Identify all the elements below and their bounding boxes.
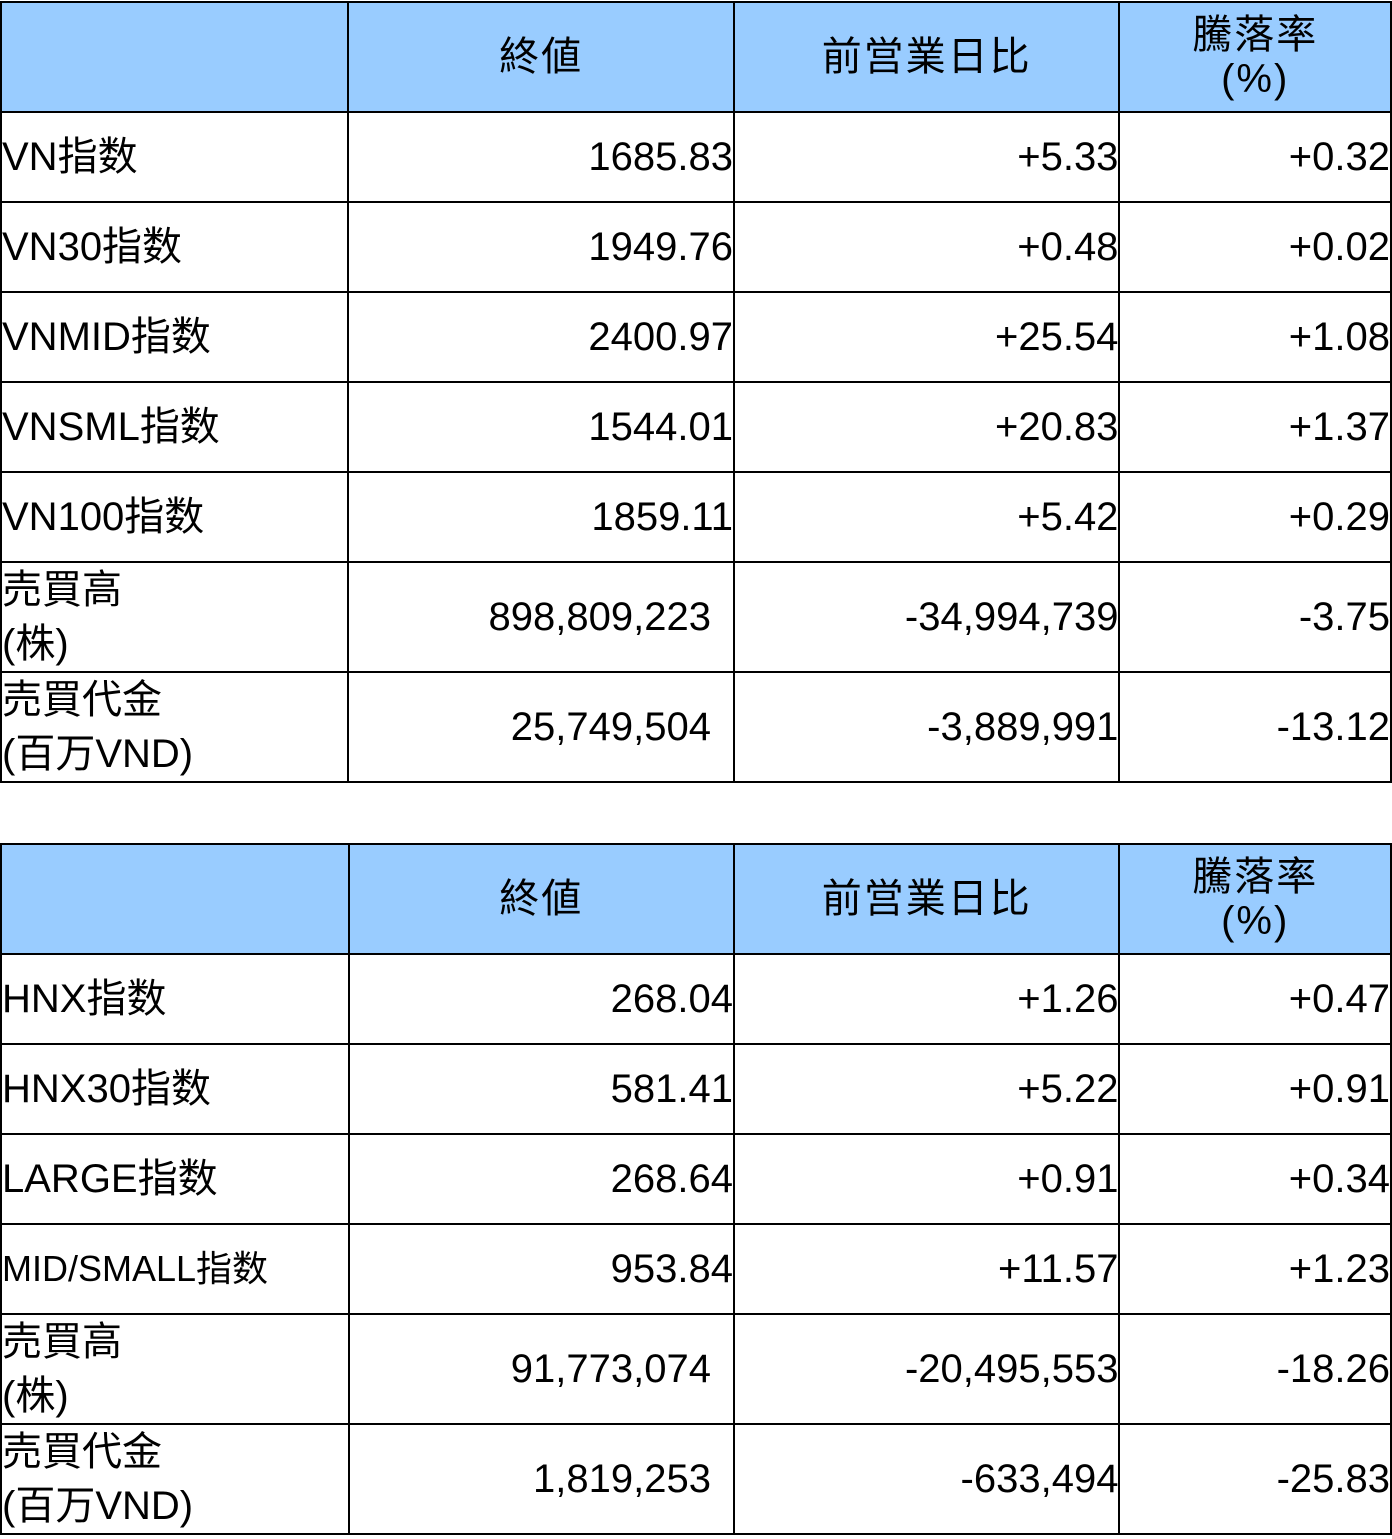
- table-row: VNMID指数 2400.97 +25.54 +1.08: [0, 291, 1392, 383]
- hnx-index-table: 終値 前営業日比 騰落率 (%) HNX指数 268.04 +1.26 +0.4…: [0, 843, 1392, 1535]
- close-value: 1,819,253: [347, 1423, 736, 1535]
- change-value: +5.22: [732, 1043, 1121, 1135]
- row-label-line1: 売買代金: [2, 1430, 162, 1474]
- change-value: -633,494: [732, 1423, 1121, 1535]
- change-value: +11.57: [732, 1223, 1121, 1315]
- row-label: LARGE指数: [0, 1133, 350, 1225]
- header-change: 前営業日比: [732, 843, 1121, 955]
- change-value: +20.83: [732, 381, 1121, 473]
- row-label: 売買代金 (百万VND): [0, 671, 350, 783]
- row-label-line1: 売買高: [2, 1320, 122, 1364]
- header-close: 終値: [347, 1, 735, 113]
- row-label: 売買代金 (百万VND): [0, 1423, 350, 1535]
- row-label: 売買高 (株): [0, 1313, 350, 1425]
- header-close: 終値: [347, 843, 736, 955]
- change-value: +0.48: [732, 201, 1121, 293]
- table-row: 売買高 (株) 898,809,223 -34,994,739 -3.75: [0, 561, 1392, 673]
- pct-value: +1.08: [1118, 291, 1392, 383]
- row-label: HNX30指数: [0, 1043, 350, 1135]
- close-value: 1685.83: [347, 111, 735, 203]
- close-value: 268.04: [347, 953, 736, 1045]
- pct-value: -3.75: [1118, 561, 1392, 673]
- row-label-line2: (百万VND): [2, 732, 194, 776]
- table-row: VN30指数 1949.76 +0.48 +0.02: [0, 201, 1392, 293]
- row-label: VNMID指数: [0, 291, 350, 383]
- change-value: +25.54: [732, 291, 1121, 383]
- row-label-line1: 売買代金: [2, 678, 162, 722]
- close-value: 1949.76: [347, 201, 735, 293]
- header-pct-line1: 騰落率: [1192, 855, 1319, 899]
- close-value: 268.64: [347, 1133, 736, 1225]
- row-label: 売買高 (株): [0, 561, 350, 673]
- change-value: -34,994,739: [732, 561, 1121, 673]
- pct-value: -25.83: [1118, 1423, 1392, 1535]
- header-blank: [0, 843, 350, 955]
- change-value: +5.33: [732, 111, 1121, 203]
- table-row: VNSML指数 1544.01 +20.83 +1.37: [0, 381, 1392, 473]
- pct-value: -13.12: [1118, 671, 1392, 783]
- header-change: 前営業日比: [732, 1, 1121, 113]
- close-value: 898,809,223: [347, 561, 735, 673]
- header-pct: 騰落率 (%): [1118, 843, 1392, 955]
- table-row: 売買代金 (百万VND) 1,819,253 -633,494 -25.83: [0, 1423, 1392, 1535]
- row-label: VN100指数: [0, 471, 350, 563]
- close-value: 2400.97: [347, 291, 735, 383]
- change-value: +1.26: [732, 953, 1121, 1045]
- hose-index-table: 終値 前営業日比 騰落率 (%) VN指数 1685.83 +5.33 +0.3…: [0, 1, 1392, 783]
- row-label-line2: (株): [2, 622, 69, 666]
- change-value: +0.91: [732, 1133, 1121, 1225]
- close-value: 1859.11: [347, 471, 735, 563]
- close-value: 1544.01: [347, 381, 735, 473]
- row-label: VN指数: [0, 111, 350, 203]
- table-row: HNX指数 268.04 +1.26 +0.47: [0, 953, 1392, 1045]
- pct-value: +0.29: [1118, 471, 1392, 563]
- pct-value: +1.37: [1118, 381, 1392, 473]
- row-label: MID/SMALL指数: [0, 1223, 350, 1315]
- row-label: HNX指数: [0, 953, 350, 1045]
- pct-value: +0.91: [1118, 1043, 1392, 1135]
- table-row: LARGE指数 268.64 +0.91 +0.34: [0, 1133, 1392, 1225]
- close-value: 953.84: [347, 1223, 736, 1315]
- pct-value: +0.02: [1118, 201, 1392, 293]
- header-pct-line2: (%): [1221, 57, 1290, 101]
- pct-value: +0.34: [1118, 1133, 1392, 1225]
- table-row: HNX30指数 581.41 +5.22 +0.91: [0, 1043, 1392, 1135]
- pct-value: -18.26: [1118, 1313, 1392, 1425]
- row-label: VN30指数: [0, 201, 350, 293]
- change-value: +5.42: [732, 471, 1121, 563]
- header-pct-line2: (%): [1221, 899, 1290, 943]
- close-value: 91,773,074: [347, 1313, 736, 1425]
- change-value: -3,889,991: [732, 671, 1121, 783]
- header-blank: [0, 1, 350, 113]
- table-row: 売買代金 (百万VND) 25,749,504 -3,889,991 -13.1…: [0, 671, 1392, 783]
- pct-value: +0.32: [1118, 111, 1392, 203]
- row-label-line1: 売買高: [2, 568, 122, 612]
- pct-value: +0.47: [1118, 953, 1392, 1045]
- row-label-line2: (百万VND): [2, 1484, 194, 1528]
- table-row: VN指数 1685.83 +5.33 +0.32: [0, 111, 1392, 203]
- row-label-line2: (株): [2, 1374, 69, 1418]
- close-value: 581.41: [347, 1043, 736, 1135]
- header-pct-line1: 騰落率: [1192, 13, 1319, 57]
- row-label: VNSML指数: [0, 381, 350, 473]
- table-row: MID/SMALL指数 953.84 +11.57 +1.23: [0, 1223, 1392, 1315]
- header-pct: 騰落率 (%): [1118, 1, 1392, 113]
- table-row: VN100指数 1859.11 +5.42 +0.29: [0, 471, 1392, 563]
- close-value: 25,749,504: [347, 671, 735, 783]
- table-row: 売買高 (株) 91,773,074 -20,495,553 -18.26: [0, 1313, 1392, 1425]
- table-header-row: 終値 前営業日比 騰落率 (%): [0, 843, 1392, 955]
- table-header-row: 終値 前営業日比 騰落率 (%): [0, 1, 1392, 113]
- pct-value: +1.23: [1118, 1223, 1392, 1315]
- change-value: -20,495,553: [732, 1313, 1121, 1425]
